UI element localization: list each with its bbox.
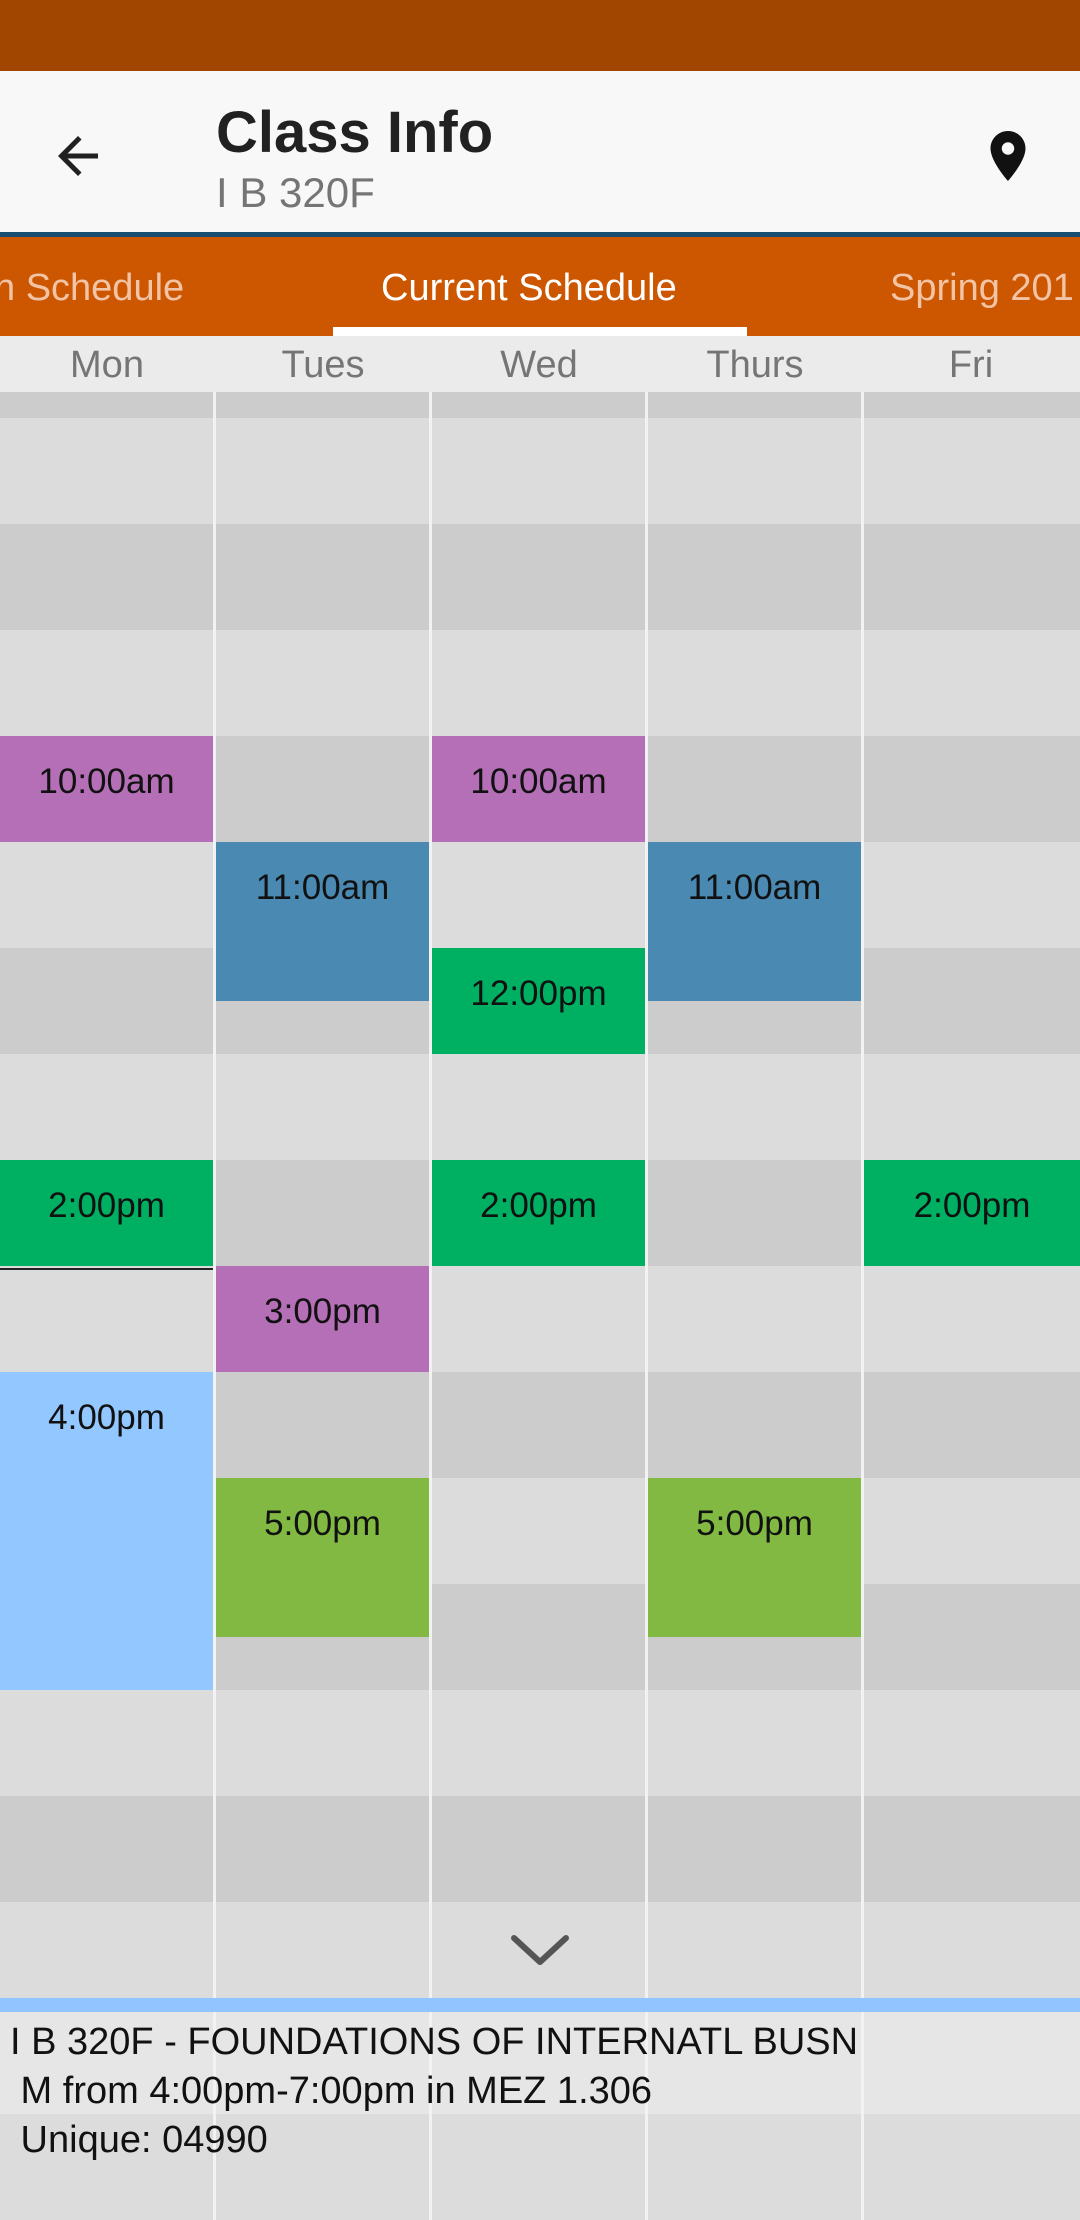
class-block-wed-12pm[interactable]: 12:00pm [432,948,645,1054]
grid-band [0,1266,1080,1372]
class-info-panel: I B 320F - FOUNDATIONS OF INTERNATL BUSN… [10,2018,858,2165]
grid-band [0,1796,1080,1902]
chevron-down-icon[interactable] [508,1930,572,1970]
day-fri: Fri [948,344,994,386]
class-block-tue-3pm[interactable]: 3:00pm [216,1266,429,1372]
arrow-left-icon[interactable] [48,126,108,186]
class-block-wed-10am[interactable]: 10:00am [432,736,645,842]
status-bar [0,0,1080,71]
column-divider [861,392,864,2220]
info-panel-accent [0,1998,1080,2012]
page-subtitle: I B 320F [216,169,375,216]
tab-indicator [333,327,747,336]
schedule-grid: 10:00am 2:00pm 4:00pm 11:00am 3:00pm 5:0… [0,392,1080,2220]
day-mon: Mon [70,344,144,386]
tab-current-schedule[interactable]: Current Schedule [381,267,677,310]
grid-band [0,1054,1080,1160]
day-tues: Tues [281,344,365,386]
class-block-wed-2pm[interactable]: 2:00pm [432,1160,645,1266]
grid-band [0,392,1080,418]
grid-band [0,630,1080,736]
column-divider [645,392,648,2220]
column-divider [429,392,432,2220]
grid-band [0,524,1080,630]
grid-band [0,418,1080,524]
class-block-mon-10am[interactable]: 10:00am [0,736,213,842]
class-info-meeting: M from 4:00pm-7:00pm in MEZ 1.306 [10,2070,653,2112]
class-block-mon-4pm[interactable]: 4:00pm [0,1372,213,1690]
class-block-tue-5pm[interactable]: 5:00pm [216,1478,429,1637]
tab-spring-schedule[interactable]: Spring 201 [890,267,1074,310]
tab-previous-schedule[interactable]: n Schedule [0,267,184,310]
page-title: Class Info [216,100,494,165]
schedule-tabs: n Schedule Current Schedule Spring 201 [0,237,1080,336]
day-thurs: Thurs [706,344,804,386]
grid-band [0,1690,1080,1796]
class-block-tue-11am[interactable]: 11:00am [216,842,429,1001]
day-wed: Wed [500,344,578,386]
current-time-line [0,1268,213,1270]
map-pin-icon[interactable] [978,123,1038,189]
app-bar: Class Info I B 320F [0,71,1080,232]
class-info-unique: Unique: 04990 [10,2119,268,2161]
class-block-thu-11am[interactable]: 11:00am [648,842,861,1001]
class-block-thu-5pm[interactable]: 5:00pm [648,1478,861,1637]
class-block-fri-2pm[interactable]: 2:00pm [864,1160,1080,1266]
class-block-mon-2pm[interactable]: 2:00pm [0,1160,213,1266]
grid-band [0,842,1080,948]
day-header: Mon Tues Wed Thurs Fri [0,336,1080,392]
class-info-title: I B 320F - FOUNDATIONS OF INTERNATL BUSN [10,2021,859,2063]
